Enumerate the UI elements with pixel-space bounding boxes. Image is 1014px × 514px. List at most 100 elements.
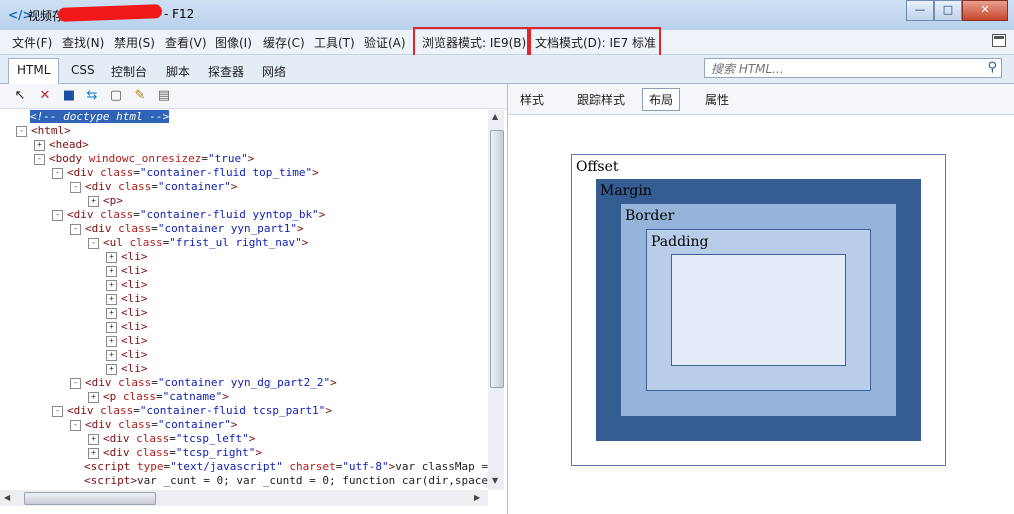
doctype-comment[interactable]: <!-- doctype html --> (30, 110, 170, 123)
collapse-icon[interactable]: - (88, 237, 99, 249)
tree-node[interactable]: + <div class="tcsp_right"> (88, 446, 262, 460)
tree-node[interactable]: + <p class="catname"> (88, 390, 229, 404)
expand-icon[interactable]: + (88, 391, 99, 403)
vertical-scroll-thumb[interactable] (490, 130, 504, 388)
menu-view[interactable]: 查看(V) (165, 34, 207, 51)
tree-node[interactable]: + <li> (106, 292, 148, 306)
tab-profiler[interactable]: 探查器 (208, 63, 244, 80)
tree-node[interactable]: + <div class="tcsp_left"> (88, 432, 255, 446)
tab-style[interactable]: 样式 (520, 91, 544, 108)
scroll-left-arrow-icon[interactable]: ◀ (4, 493, 10, 502)
tree-node[interactable]: + <head> (34, 138, 89, 152)
expand-icon[interactable]: + (106, 279, 117, 291)
expand-icon[interactable]: + (88, 433, 99, 445)
tree-node[interactable]: + <li> (106, 250, 148, 264)
collapse-icon[interactable]: - (52, 405, 63, 417)
expand-icon[interactable]: + (106, 349, 117, 361)
minimize-button[interactable]: — (906, 0, 934, 21)
search-icon[interactable]: ⚲ (987, 60, 997, 75)
search-box: ⚲ (704, 58, 1002, 78)
dom-element-icon[interactable]: ▢ (108, 88, 124, 104)
tree-node[interactable]: + <li> (106, 348, 148, 362)
tab-layout[interactable]: 布局 (642, 88, 681, 111)
tree-node[interactable]: - <body windowc_onresizez="true"> (34, 152, 254, 166)
tree-horizontal-scrollbar[interactable]: ◀ ▶ (0, 490, 488, 506)
tree-node[interactable]: + <li> (106, 334, 148, 348)
tree-node[interactable]: - <div class="container yyn_dg_part2_2"> (70, 376, 337, 390)
tree-vertical-scrollbar[interactable]: ▲ ▼ (488, 110, 504, 490)
collapse-icon[interactable]: - (70, 223, 81, 235)
tree-node[interactable]: - <html> (16, 124, 71, 138)
menu-tools[interactable]: 工具(T) (314, 34, 355, 51)
tree-node[interactable]: - <div class="container"> (70, 180, 237, 194)
tree-node[interactable]: - <div class="container"> (70, 418, 237, 432)
tab-html[interactable]: HTML (8, 58, 60, 84)
collapse-icon[interactable]: - (70, 181, 81, 193)
maximize-button[interactable]: □ (934, 0, 962, 21)
tab-script[interactable]: 脚本 (166, 63, 190, 80)
expand-icon[interactable]: + (88, 195, 99, 207)
tree-node[interactable]: + <li> (106, 362, 148, 376)
tab-trace-styles[interactable]: 跟踪样式 (577, 91, 625, 108)
menu-cache[interactable]: 缓存(C) (263, 34, 305, 51)
collapse-icon[interactable]: - (16, 125, 27, 137)
tree-node[interactable]: + <li> (106, 278, 148, 292)
tab-css[interactable]: CSS (71, 63, 95, 77)
expand-icon[interactable]: + (106, 335, 117, 347)
select-element-icon[interactable]: ↖ (12, 88, 28, 104)
word-wrap-icon[interactable]: ▤ (156, 88, 172, 104)
tag-name: <html> (31, 124, 71, 137)
edit-icon[interactable]: ✎ (132, 88, 148, 104)
tab-attributes[interactable]: 属性 (705, 91, 729, 108)
menu-file[interactable]: 文件(F) (12, 34, 52, 51)
tree-node[interactable]: <script type="text/javascript" charset="… (70, 460, 488, 474)
tree-node[interactable]: + <li> (106, 264, 148, 278)
tree-node[interactable]: <script>var _cunt = 0; var _cuntd = 0; f… (70, 474, 488, 488)
expand-icon[interactable]: + (106, 251, 117, 263)
attribute-value: "frist_ul right_nav" (169, 236, 302, 249)
collapse-icon[interactable]: - (70, 377, 81, 389)
collapse-icon[interactable]: - (70, 419, 81, 431)
clear-icon[interactable]: ✕ (37, 88, 53, 104)
horizontal-scroll-thumb[interactable] (24, 492, 156, 505)
expand-icon[interactable]: + (88, 447, 99, 459)
tree-node[interactable]: + <p> (88, 194, 123, 208)
scroll-down-arrow-icon[interactable]: ▼ (492, 476, 498, 485)
attribute-value: "container" (157, 180, 231, 193)
minimize-pane-icon[interactable] (992, 34, 1006, 47)
save-icon[interactable]: ■ (61, 88, 77, 104)
menu-disable[interactable]: 禁用(S) (114, 34, 155, 51)
tag-name: <li> (121, 320, 148, 333)
tree-node[interactable]: - <div class="container yyn_part1"> (70, 222, 304, 236)
expand-icon[interactable]: + (106, 265, 117, 277)
tab-console[interactable]: 控制台 (111, 63, 147, 80)
scroll-up-arrow-icon[interactable]: ▲ (492, 112, 498, 121)
tree-node[interactable]: - <div class="container-fluid top_time"> (52, 166, 319, 180)
attribute-value: "container yyn_part1" (157, 222, 297, 235)
collapse-icon[interactable]: - (52, 167, 63, 179)
close-button[interactable]: ✕ (962, 0, 1008, 21)
tree-node[interactable]: - <div class="container-fluid yyntop_bk"> (52, 208, 325, 222)
expand-icon[interactable]: + (106, 293, 117, 305)
menu-find[interactable]: 查找(N) (62, 34, 104, 51)
tree-node[interactable]: + <li> (106, 320, 148, 334)
tag-name: <div (103, 432, 130, 445)
tree-node[interactable]: + <li> (106, 306, 148, 320)
expand-icon[interactable]: + (34, 139, 45, 151)
tree-node[interactable]: - <div class="container-fluid tcsp_part1"… (52, 404, 332, 418)
scroll-right-arrow-icon[interactable]: ▶ (474, 493, 480, 502)
menu-images[interactable]: 图像(I) (215, 34, 252, 51)
expand-icon[interactable]: + (106, 307, 117, 319)
collapse-icon[interactable]: - (52, 209, 63, 221)
expand-icon[interactable]: + (106, 321, 117, 333)
menu-validate[interactable]: 验证(A) (364, 34, 406, 51)
expand-icon[interactable]: + (106, 363, 117, 375)
tag-name: <ul (103, 236, 123, 249)
search-input[interactable] (709, 61, 983, 77)
collapse-icon[interactable]: - (34, 153, 45, 165)
tree-node[interactable]: - <ul class="frist_ul right_nav"> (88, 236, 308, 250)
tag-name: <li> (121, 306, 148, 319)
tab-network[interactable]: 网络 (262, 63, 286, 80)
refresh-icon[interactable]: ⇆ (84, 88, 100, 104)
tree-node[interactable]: <!-- doctype html --> (16, 110, 170, 124)
